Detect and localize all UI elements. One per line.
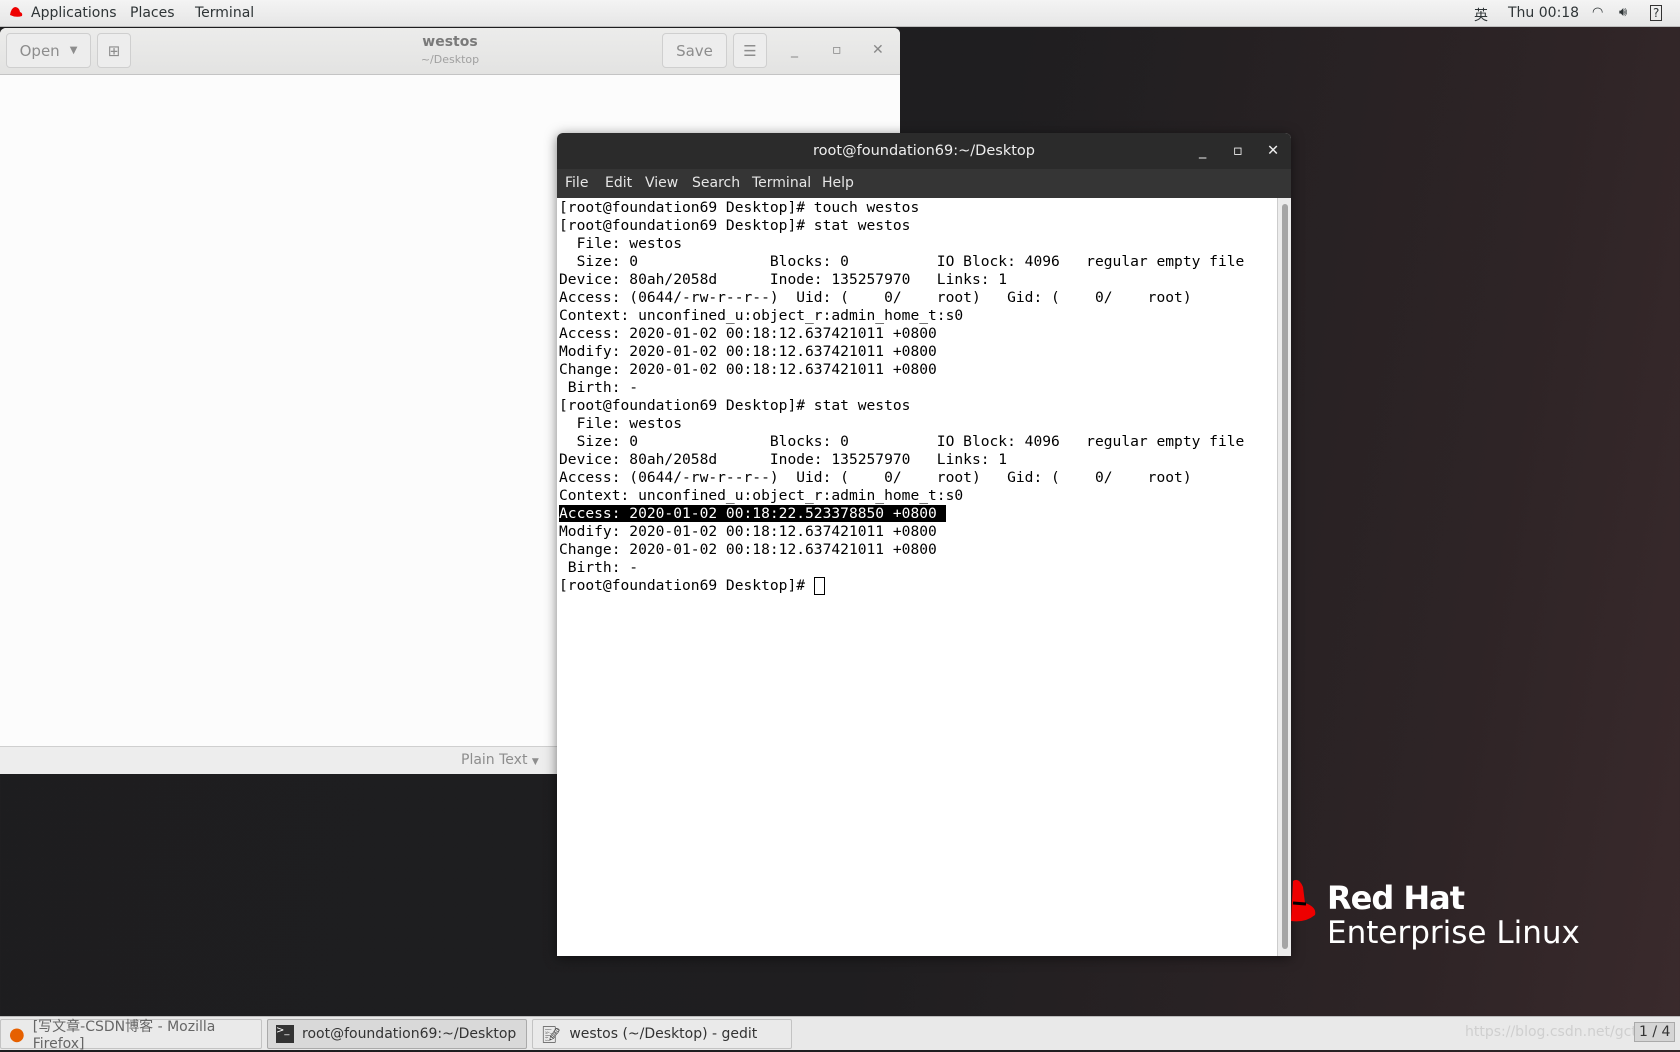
menu-view[interactable]: View	[645, 175, 678, 191]
menu-edit[interactable]: Edit	[605, 175, 632, 191]
taskbar-gedit[interactable]: 📝︎ westos (~/Desktop) - gedit	[532, 1019, 792, 1049]
taskbar-label: [写文章-CSDN博客 - Mozilla Firefox]	[32, 1019, 216, 1052]
terminal-line-text: Size: 0 Blocks: 0 IO Block: 4096 regular…	[559, 253, 1245, 270]
terminal-line: Context: unconfined_u:object_r:admin_hom…	[559, 307, 1277, 325]
gedit-headerbar: Open ▼ ⊞ westos ~/Desktop Save ☰ _ ▫ ✕	[0, 28, 900, 75]
terminal-line-text: Change: 2020-01-02 00:18:12.637421011 +0…	[559, 361, 937, 378]
terminal-line: Device: 80ah/2058d Inode: 135257970 Link…	[559, 451, 1277, 469]
terminal-line-text: Access: 2020-01-02 00:18:22.523378850 +0…	[559, 505, 946, 522]
terminal-line: File: westos	[559, 235, 1277, 253]
taskbar-terminal[interactable]: >_ root@foundation69:~/Desktop	[267, 1019, 527, 1049]
terminal-line-text: File: westos	[559, 235, 683, 252]
hamburger-icon: ☰	[743, 41, 757, 60]
terminal-line: Size: 0 Blocks: 0 IO Block: 4096 regular…	[559, 253, 1277, 271]
maximize-icon[interactable]: ▫	[832, 42, 842, 58]
terminal-line-text: File: westos	[559, 415, 683, 432]
close-icon[interactable]: ✕	[1267, 133, 1279, 169]
terminal-line: Birth: -	[559, 379, 1277, 397]
menu-file[interactable]: File	[565, 175, 588, 191]
battery-unknown-icon[interactable]: ?	[1650, 5, 1663, 21]
terminal-window: root@foundation69:~/Desktop _ ▫ ✕ File E…	[557, 133, 1291, 956]
terminal-title: root@foundation69:~/Desktop	[813, 143, 1035, 159]
chevron-down-icon: ▼	[531, 757, 539, 767]
terminal-line-text: Birth: -	[559, 559, 639, 576]
menu-button[interactable]: ☰	[733, 33, 767, 68]
terminal-line: Context: unconfined_u:object_r:admin_hom…	[559, 487, 1277, 505]
terminal-line: Size: 0 Blocks: 0 IO Block: 4096 regular…	[559, 433, 1277, 451]
firefox-icon: ●	[9, 1023, 25, 1045]
terminal-line: [root@foundation69 Desktop]# stat westos	[559, 397, 1277, 415]
places-menu[interactable]: Places	[130, 5, 175, 21]
watermark: https://blog.csdn.net/gcto	[1465, 1024, 1646, 1040]
terminal-line: Modify: 2020-01-02 00:18:12.637421011 +0…	[559, 523, 1277, 541]
terminal-line-text: [root@foundation69 Desktop]# stat westos	[559, 397, 911, 414]
logo-line2: Enterprise Linux	[1327, 915, 1580, 951]
terminal-line-text: [root@foundation69 Desktop]# touch westo…	[559, 199, 920, 216]
terminal-line-text: Access: (0644/-rw-r--r--) Uid: ( 0/ root…	[559, 289, 1192, 306]
text-editor-icon: 📝︎	[541, 1024, 562, 1044]
terminal-line: [root@foundation69 Desktop]# stat westos	[559, 217, 1277, 235]
terminal-line: Modify: 2020-01-02 00:18:12.637421011 +0…	[559, 343, 1277, 361]
taskbar: ● [写文章-CSDN博客 - Mozilla Firefox] >_ root@f…	[0, 1016, 1680, 1052]
top-bar: Applications Places Terminal 英 Thu 00:18…	[0, 0, 1680, 27]
menu-terminal[interactable]: Terminal	[752, 175, 811, 191]
menu-search[interactable]: Search	[692, 175, 740, 191]
volume-icon[interactable]: 🔊︎	[1619, 5, 1627, 20]
terminal-line-text: [root@foundation69 Desktop]#	[559, 577, 814, 594]
maximize-icon[interactable]: ▫	[1233, 133, 1243, 169]
clock[interactable]: Thu 00:18	[1508, 5, 1579, 21]
terminal-line-text: Context: unconfined_u:object_r:admin_hom…	[559, 307, 964, 324]
applications-menu[interactable]: Applications	[31, 5, 117, 21]
terminal-icon: >_	[276, 1025, 294, 1043]
minimize-icon[interactable]: _	[791, 42, 798, 58]
terminal-line-text: Change: 2020-01-02 00:18:12.637421011 +0…	[559, 541, 937, 558]
redhat-hat-icon	[1291, 879, 1316, 922]
language-selector[interactable]: Plain Text ▼	[461, 752, 539, 768]
menu-help[interactable]: Help	[822, 175, 854, 191]
terminal-line: Change: 2020-01-02 00:18:12.637421011 +0…	[559, 541, 1277, 559]
terminal-line-text: Access: (0644/-rw-r--r--) Uid: ( 0/ root…	[559, 469, 1192, 486]
terminal-line-text: Size: 0 Blocks: 0 IO Block: 4096 regular…	[559, 433, 1245, 450]
save-button[interactable]: Save	[662, 33, 727, 68]
taskbar-label: westos (~/Desktop) - gedit	[569, 1026, 758, 1042]
terminal-line: Change: 2020-01-02 00:18:12.637421011 +0…	[559, 361, 1277, 379]
terminal-menubar: File Edit View Search Terminal Help	[557, 169, 1291, 198]
terminal-line: File: westos	[559, 415, 1277, 433]
redhat-icon	[10, 7, 23, 17]
terminal-line-text: Device: 80ah/2058d Inode: 135257970 Link…	[559, 451, 1008, 468]
terminal-line: Birth: -	[559, 559, 1277, 577]
terminal-app-menu[interactable]: Terminal	[195, 5, 254, 21]
workspace-indicator[interactable]: 1 / 4	[1634, 1022, 1676, 1042]
logo-line1: Red Hat	[1327, 879, 1465, 917]
close-icon[interactable]: ✕	[872, 42, 884, 58]
terminal-line: Access: (0644/-rw-r--r--) Uid: ( 0/ root…	[559, 469, 1277, 487]
scrollbar-thumb[interactable]	[1282, 204, 1288, 949]
wifi-icon[interactable]: ◠	[1592, 5, 1603, 20]
terminal-line: [root@foundation69 Desktop]#	[559, 577, 1277, 595]
terminal-line: Device: 80ah/2058d Inode: 135257970 Link…	[559, 271, 1277, 289]
terminal-line: [root@foundation69 Desktop]# touch westo…	[559, 199, 1277, 217]
terminal-line-text: Modify: 2020-01-02 00:18:12.637421011 +0…	[559, 343, 937, 360]
minimize-icon[interactable]: _	[1199, 133, 1206, 169]
terminal-output[interactable]: [root@foundation69 Desktop]# touch westo…	[559, 199, 1277, 595]
input-method-indicator[interactable]: 英	[1474, 5, 1488, 25]
terminal-line-text: [root@foundation69 Desktop]# stat westos	[559, 217, 911, 234]
terminal-line-text: Context: unconfined_u:object_r:admin_hom…	[559, 487, 964, 504]
taskbar-firefox[interactable]: ● [写文章-CSDN博客 - Mozilla Firefox]	[0, 1019, 262, 1052]
terminal-line-text: Modify: 2020-01-02 00:18:12.637421011 +0…	[559, 523, 937, 540]
terminal-line-text: Birth: -	[559, 379, 639, 396]
terminal-titlebar: root@foundation69:~/Desktop _ ▫ ✕	[557, 133, 1291, 169]
terminal-line: Access: (0644/-rw-r--r--) Uid: ( 0/ root…	[559, 289, 1277, 307]
taskbar-label: root@foundation69:~/Desktop	[302, 1026, 517, 1042]
terminal-line: Access: 2020-01-02 00:18:22.523378850 +0…	[559, 505, 1277, 523]
terminal-line: Access: 2020-01-02 00:18:12.637421011 +0…	[559, 325, 1277, 343]
terminal-line-text: Device: 80ah/2058d Inode: 135257970 Link…	[559, 271, 1008, 288]
language-label: Plain Text	[461, 752, 528, 768]
scrollbar[interactable]	[1277, 198, 1291, 956]
terminal-line-text: Access: 2020-01-02 00:18:12.637421011 +0…	[559, 325, 937, 342]
cursor	[813, 577, 825, 595]
